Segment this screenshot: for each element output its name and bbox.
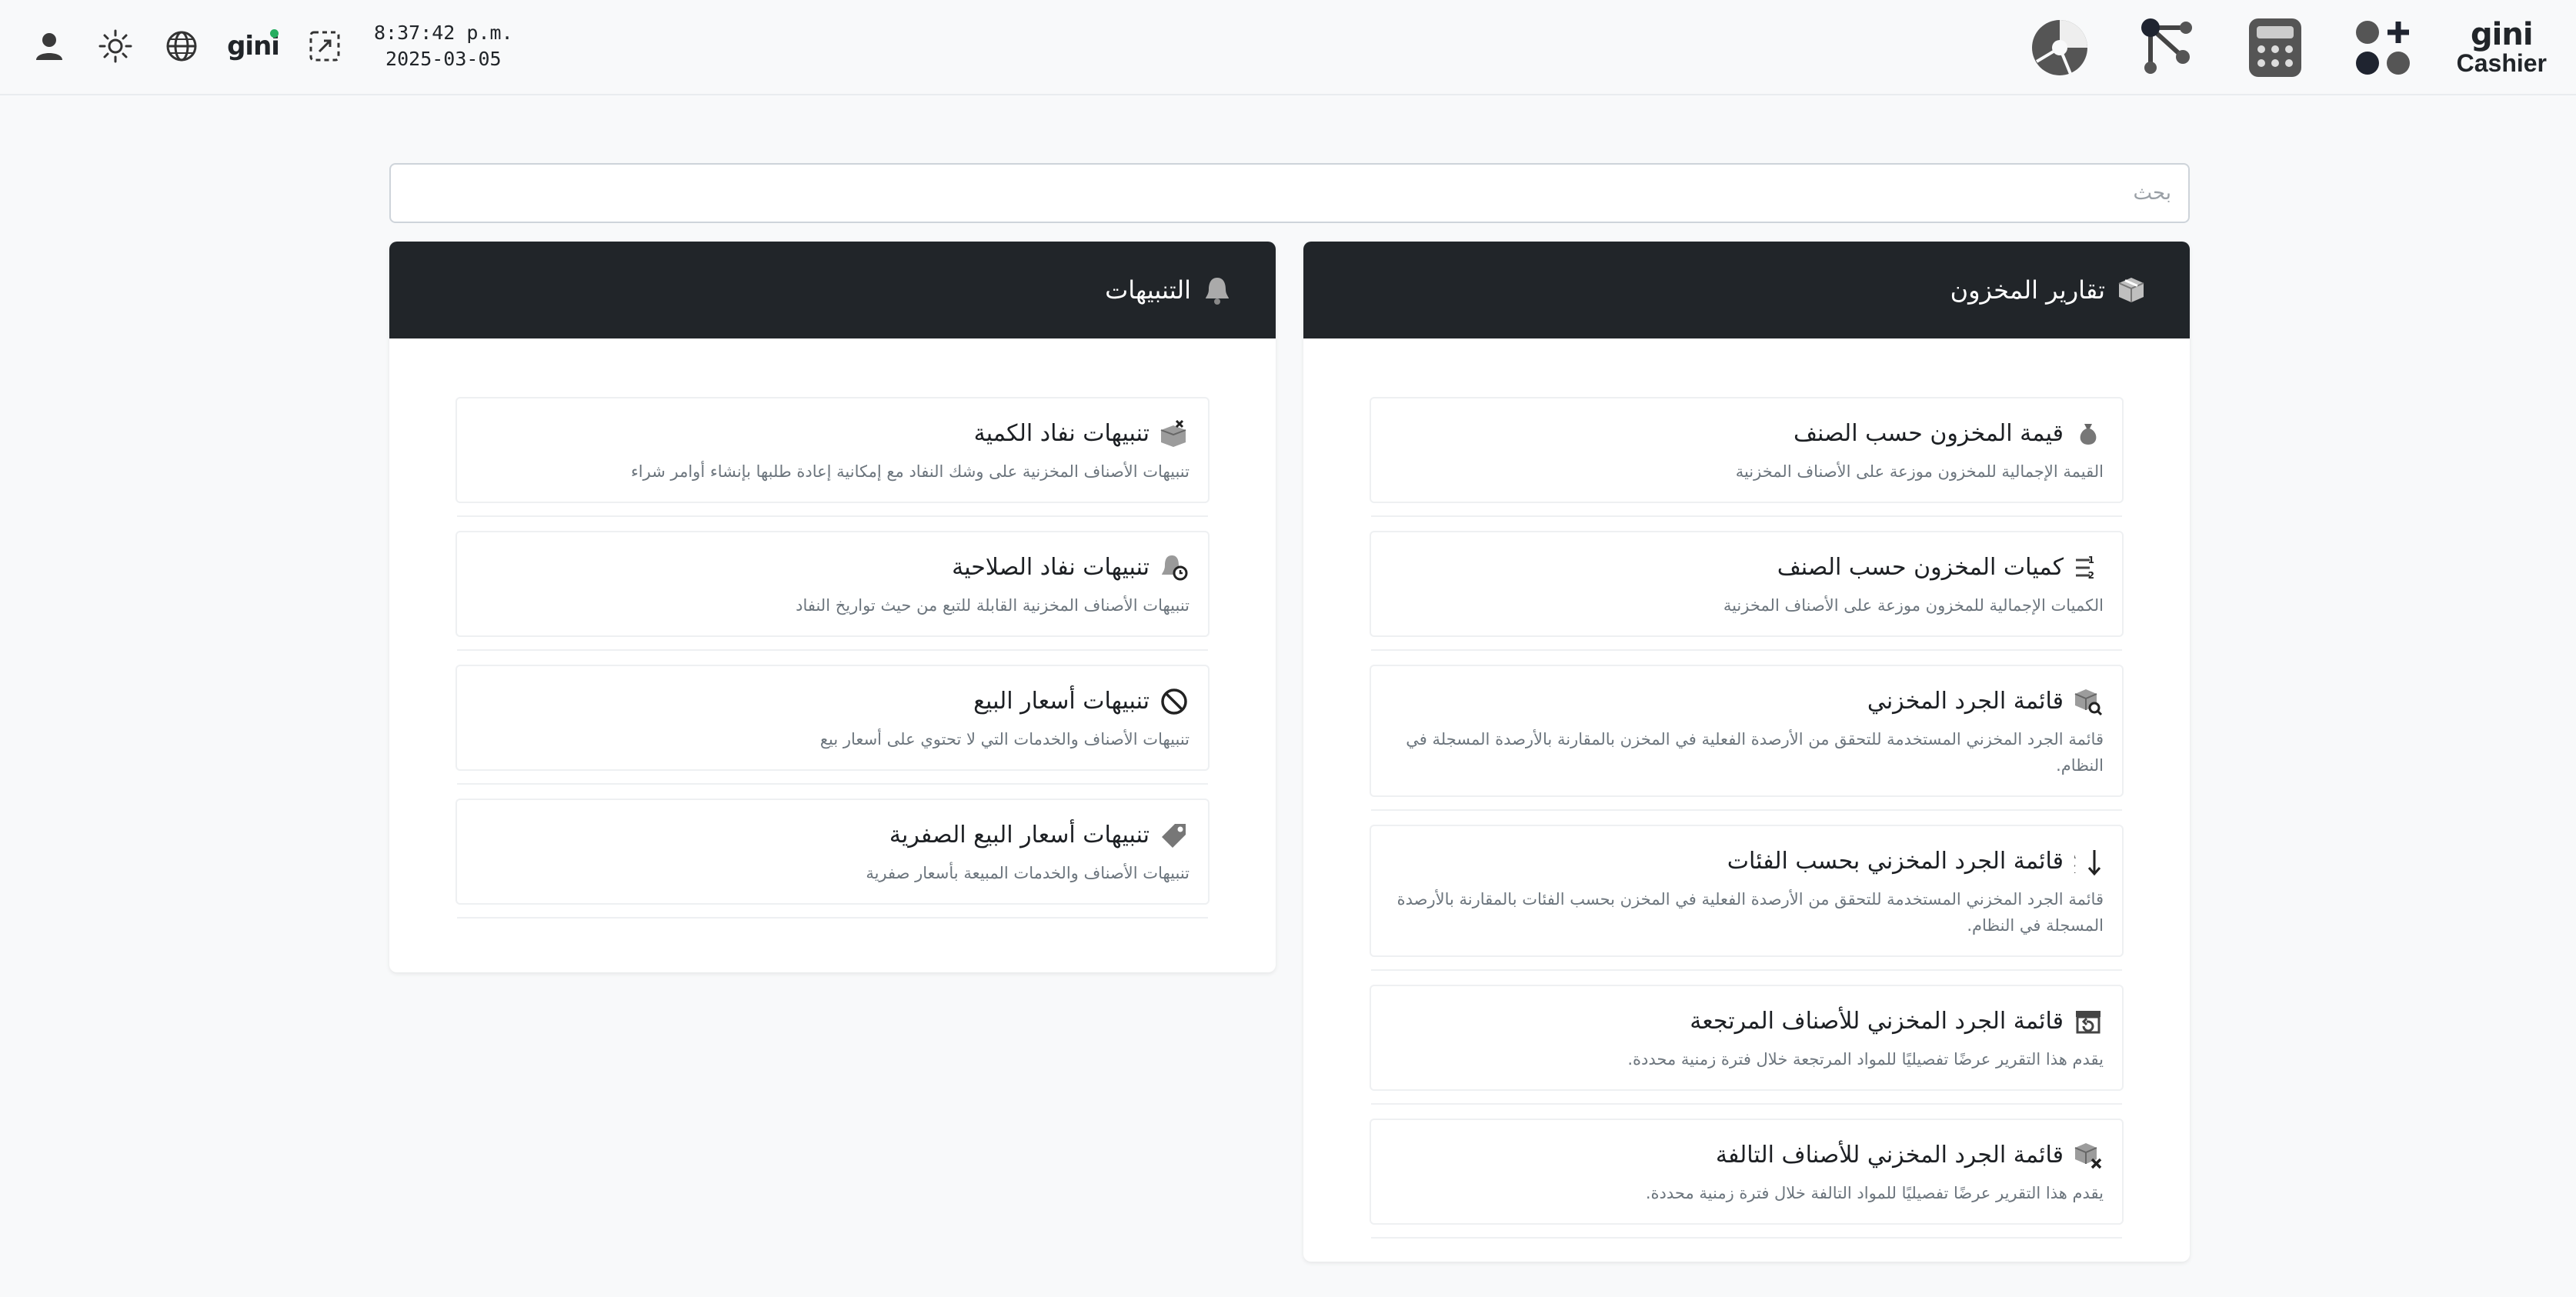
item-description: تنبيهات الأصناف المخزنية على وشك النفاد … [630, 462, 1190, 481]
bell-clock-icon [1159, 552, 1190, 583]
alerts-header: التنبيهات [389, 242, 1276, 338]
top-bar: gini 8:37:42 p.m. 2025-03-05 gini Cashie… [0, 0, 2576, 95]
item-description: يقدم هذا التقرير عرضًا تفصيليًا للمواد ا… [1627, 1050, 2104, 1069]
item-title: تنبيهات نفاد الكمية [973, 420, 1150, 447]
svg-text:1: 1 [2088, 555, 2094, 565]
search-input[interactable] [389, 163, 2190, 223]
item-description: القيمة الإجمالية للمخزون موزعة على الأصن… [1735, 462, 2104, 481]
item-title: تنبيهات أسعار البيع الصفرية [889, 822, 1150, 849]
fullscreen-icon[interactable] [305, 26, 345, 66]
box-return-icon [2073, 1006, 2104, 1037]
box-search-icon [2073, 686, 2104, 717]
item-title: قائمة الجرد المخزني للأصناف المرتجعة [1690, 1008, 2064, 1035]
brand-logo[interactable]: gini Cashier [2457, 19, 2547, 76]
alerts-list: تنبيهات نفاد الكمية تنبيهات الأصناف المخ… [389, 338, 1276, 919]
box-alert-icon [1159, 418, 1190, 449]
item-description: تنبيهات الأصناف والخدمات التي لا تحتوي ع… [819, 730, 1190, 749]
inventory-reports-title: تقارير المخزون [1950, 275, 2105, 305]
apps-add-icon[interactable] [2349, 14, 2417, 82]
sort-alpha-icon: AZ [2073, 846, 2104, 877]
user-icon[interactable] [29, 26, 69, 66]
svg-text:Z: Z [2074, 864, 2076, 876]
bell-icon [1202, 275, 1233, 305]
inventory-reports-card: تقارير المخزون قيمة المخزون حسب الصنف ال… [1303, 242, 2190, 1262]
alert-item-low-quantity[interactable]: تنبيهات نفاد الكمية تنبيهات الأصناف المخ… [455, 397, 1210, 517]
alerts-card: التنبيهات تنبيهات نفاد الكمية تنبيهات ال… [389, 242, 1276, 972]
tag-icon [1159, 820, 1190, 851]
box-damaged-icon [2073, 1140, 2104, 1171]
sun-icon[interactable] [95, 26, 135, 66]
item-title: كميات المخزون حسب الصنف [1777, 554, 2064, 581]
item-description: تنبيهات الأصناف المخزنية القابلة للتبع م… [796, 596, 1190, 615]
inventory-reports-header: تقارير المخزون [1303, 242, 2190, 338]
clock: 8:37:42 p.m. 2025-03-05 [374, 20, 513, 72]
alerts-title: التنبيهات [1105, 275, 1191, 305]
alert-item-zero-prices[interactable]: تنبيهات أسعار البيع الصفرية تنبيهات الأص… [455, 799, 1210, 919]
calculator-icon[interactable] [2241, 14, 2309, 82]
item-title: قائمة الجرد المخزني للأصناف التالفة [1715, 1142, 2064, 1169]
item-title: قائمة الجرد المخزني بحسب الفئات [1727, 848, 2064, 875]
brand-logo-text: gini [2471, 17, 2534, 52]
item-description: تنبيهات الأصناف والخدمات المبيعة بأسعار … [866, 864, 1190, 882]
report-item-stock-value[interactable]: قيمة المخزون حسب الصنف القيمة الإجمالية … [1370, 397, 2124, 517]
box-icon [2116, 275, 2147, 305]
network-icon[interactable] [2134, 14, 2201, 82]
inventory-reports-list: قيمة المخزون حسب الصنف القيمة الإجمالية … [1303, 338, 2190, 1239]
report-item-stock-quantities[interactable]: 1 2 كميات المخزون حسب الصنف الكميات الإجما… [1370, 531, 2124, 651]
svg-text:2: 2 [2088, 570, 2094, 581]
numbered-list-icon: 12 [2073, 552, 2104, 583]
item-description: الكميات الإجمالية للمخزون موزعة على الأص… [1723, 596, 2104, 615]
alert-item-sale-prices[interactable]: تنبيهات أسعار البيع تنبيهات الأصناف والخ… [455, 665, 1210, 785]
item-description: يقدم هذا التقرير عرضًا تفصيليًا للمواد ا… [1645, 1184, 2104, 1202]
pie-chart-icon[interactable] [2026, 14, 2094, 82]
top-left-tools: gini 8:37:42 p.m. 2025-03-05 [29, 18, 513, 74]
ban-icon [1159, 686, 1190, 717]
gini-logo-icon[interactable]: gini [227, 26, 280, 66]
report-item-inventory-count[interactable]: قائمة الجرد المخزني قائمة الجرد المخزني … [1370, 665, 2124, 811]
item-description: قائمة الجرد المخزني المستخدمة للتحقق من … [1396, 890, 2104, 935]
item-title: تنبيهات نفاد الصلاحية [952, 554, 1150, 581]
top-right-apps: gini Cashier [1986, 11, 2547, 85]
clock-time: 8:37:42 p.m. [374, 22, 513, 44]
item-title: قيمة المخزون حسب الصنف [1793, 420, 2064, 447]
item-title: قائمة الجرد المخزني [1867, 688, 2064, 715]
alert-item-expiry[interactable]: تنبيهات نفاد الصلاحية تنبيهات الأصناف ال… [455, 531, 1210, 651]
report-item-damaged-items[interactable]: قائمة الجرد المخزني للأصناف التالفة يقدم… [1370, 1119, 2124, 1239]
item-title: تنبيهات أسعار البيع [973, 688, 1150, 715]
svg-text:A: A [2074, 849, 2076, 862]
globe-icon[interactable] [162, 26, 202, 66]
money-bag-icon [2073, 418, 2104, 449]
item-description: قائمة الجرد المخزني المستخدمة للتحقق من … [1406, 730, 2104, 775]
brand-subtitle: Cashier [2456, 49, 2547, 77]
report-item-returned-items[interactable]: قائمة الجرد المخزني للأصناف المرتجعة يقد… [1370, 985, 2124, 1105]
clock-date: 2025-03-05 [385, 48, 502, 70]
status-dot [270, 29, 279, 38]
report-item-inventory-by-category[interactable]: AZ قائمة الجرد المخزني بحسب الفئات قائمة … [1370, 825, 2124, 971]
